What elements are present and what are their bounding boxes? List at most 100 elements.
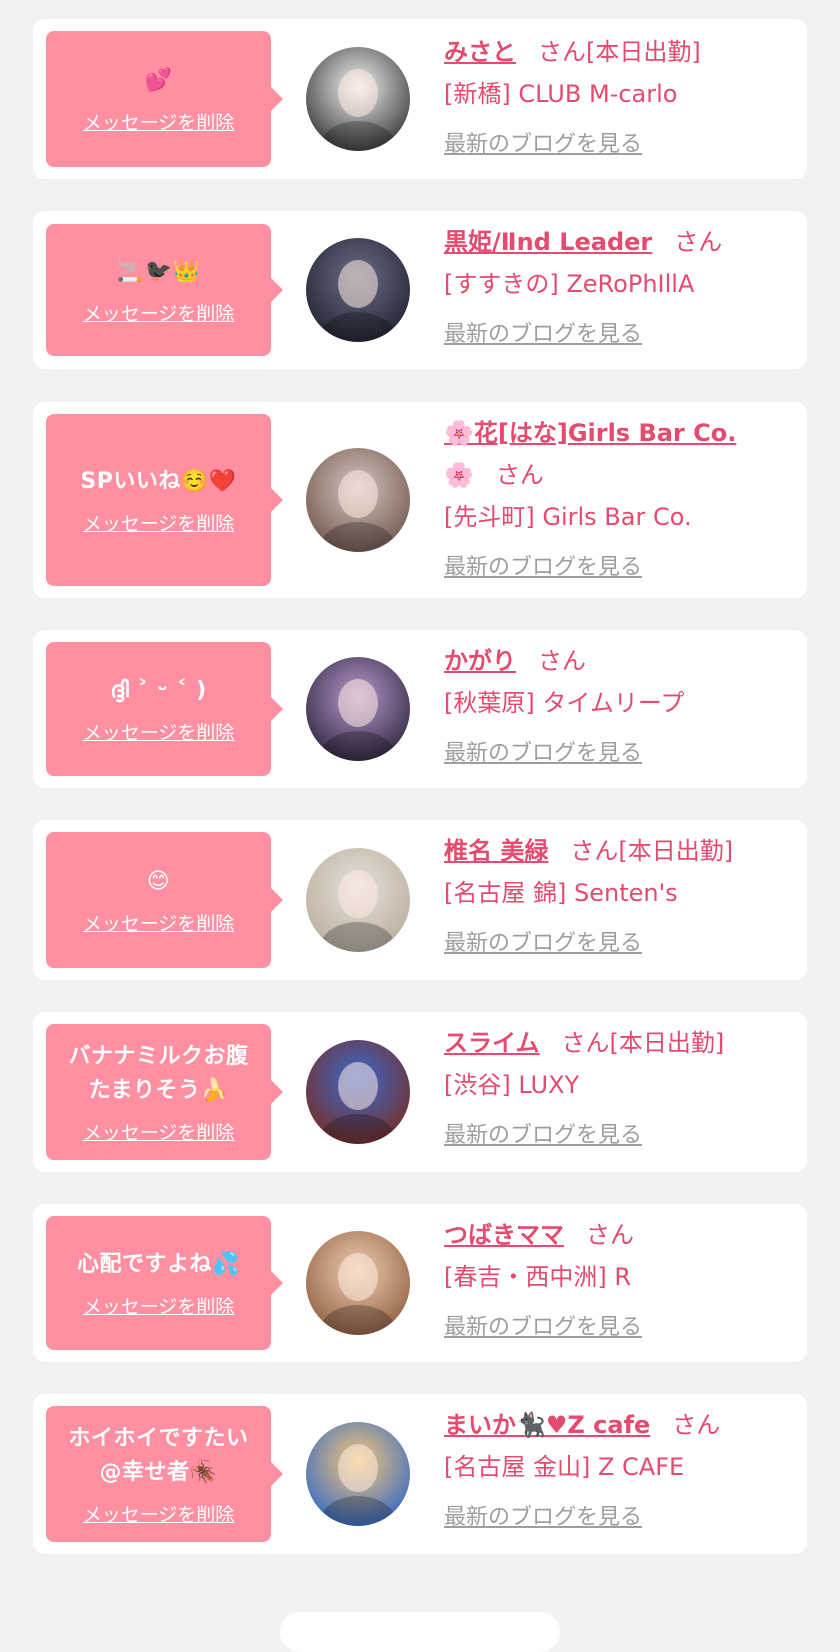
status-badge: [本日出勤] xyxy=(609,1029,725,1057)
shop-name: [名古屋 錦] Senten's xyxy=(444,879,678,907)
host-info: 黒姫/Ⅱnd Leader さん [すすきの] ZeRoPhIllA 最新のブログ… xyxy=(444,221,797,355)
message-text: 😊 xyxy=(146,868,171,894)
message-text: 💕 xyxy=(144,67,173,93)
honorific: さん xyxy=(538,38,586,66)
message-bubble: 🚬🐦‍⬛👑 メッセージを削除 xyxy=(46,224,283,356)
host-name-link-cont[interactable]: 🌸 xyxy=(444,461,474,489)
avatar[interactable] xyxy=(306,657,410,761)
latest-blog-link[interactable]: 最新のブログを見る xyxy=(444,734,642,774)
avatar-photo xyxy=(306,47,410,151)
avatar[interactable] xyxy=(306,1422,410,1526)
shop-name: [先斗町] Girls Bar Co. xyxy=(444,503,692,531)
avatar[interactable] xyxy=(306,848,410,952)
list-item: ホイホイですたい @幸せ者🪳 メッセージを削除 まいか🐈‍⬛♥Z cafe さん xyxy=(33,1394,807,1554)
avatar[interactable] xyxy=(306,238,410,342)
avatar[interactable] xyxy=(306,47,410,151)
name-line: 🌸花[はな]Girls Bar Co. 🌸 さん xyxy=(444,412,797,496)
delete-message-link[interactable]: メッセージを削除 xyxy=(83,1500,235,1527)
message-bubble: ホイホイですたい @幸せ者🪳 メッセージを削除 xyxy=(46,1406,283,1542)
avatar-photo xyxy=(306,1422,410,1526)
message-bubble: 💕 メッセージを削除 xyxy=(46,31,283,167)
host-info: かがり さん [秋葉原] タイムリープ 最新のブログを見る xyxy=(444,640,797,774)
message-text: ホイホイですたい @幸せ者🪳 xyxy=(68,1425,249,1485)
honorific: さん xyxy=(586,1221,634,1249)
message-bubble: SPいいね☺️❤️ メッセージを削除 xyxy=(46,414,283,586)
list-item: 😊 メッセージを削除 椎名 美緑 さん[本日出勤] [名古屋 錦] Senten… xyxy=(33,820,807,980)
name-line: かがり さん xyxy=(444,640,797,682)
list-item: SPいいね☺️❤️ メッセージを削除 🌸花[はな]Girls Bar Co. 🌸 さ… xyxy=(33,402,807,598)
host-info: みさと さん[本日出勤] [新橋] CLUB M-carlo 最新のブログを見る xyxy=(444,31,797,165)
latest-blog-link[interactable]: 最新のブログを見る xyxy=(444,548,642,588)
shop-name: [名古屋 金山] Z CAFE xyxy=(444,1453,685,1481)
avatar[interactable] xyxy=(306,448,410,552)
message-text: ദ്ദി ˃ ᵕ ˂ ) xyxy=(110,677,207,703)
list-item: バナナミルクお腹 たまりそう🍌 メッセージを削除 スライム さん[本日出勤] [… xyxy=(33,1012,807,1172)
message-text: SPいいね☺️❤️ xyxy=(80,468,237,494)
host-info: つばきママ さん [春吉・西中洲] R 最新のブログを見る xyxy=(444,1214,797,1348)
delete-message-link[interactable]: メッセージを削除 xyxy=(83,718,235,745)
latest-blog-link[interactable]: 最新のブログを見る xyxy=(444,315,642,355)
name-line: つばきママ さん xyxy=(444,1214,797,1256)
host-name-link[interactable]: つばきママ xyxy=(444,1221,564,1249)
shop-name: [新橋] CLUB M-carlo xyxy=(444,80,678,108)
avatar[interactable] xyxy=(306,1231,410,1335)
list-item: 心配ですよね💦 メッセージを削除 つばきママ さん [春吉・西中洲] R 最新の… xyxy=(33,1204,807,1362)
status-badge: [本日出勤] xyxy=(618,837,734,865)
message-bubble: 心配ですよね💦 メッセージを削除 xyxy=(46,1216,283,1350)
honorific: さん xyxy=(561,1029,610,1057)
host-info: 椎名 美緑 さん[本日出勤] [名古屋 錦] Senten's 最新のブログを見る xyxy=(444,830,797,964)
name-line: 黒姫/Ⅱnd Leader さん xyxy=(444,221,797,263)
host-info: 🌸花[はな]Girls Bar Co. 🌸 さん [先斗町] Girls Bar C… xyxy=(444,412,797,588)
delete-message-link[interactable]: メッセージを削除 xyxy=(83,1292,235,1319)
host-name-link[interactable]: 🌸花[はな]Girls Bar Co. xyxy=(444,419,736,447)
delete-message-link[interactable]: メッセージを削除 xyxy=(83,299,235,326)
shop-name: [すすきの] ZeRoPhIllA xyxy=(444,270,695,298)
message-text: バナナミルクお腹 たまりそう🍌 xyxy=(68,1043,249,1103)
latest-blog-link[interactable]: 最新のブログを見る xyxy=(444,924,642,964)
list-item: 💕 メッセージを削除 みさと さん[本日出勤] [新橋] CLUB M-carl… xyxy=(33,19,807,179)
latest-blog-link[interactable]: 最新のブログを見る xyxy=(444,125,642,165)
avatar-photo xyxy=(306,238,410,342)
delete-message-link[interactable]: メッセージを削除 xyxy=(83,1118,235,1145)
honorific: さん xyxy=(672,1411,721,1439)
message-text: 心配ですよね💦 xyxy=(77,1251,240,1277)
honorific: さん xyxy=(674,228,723,256)
name-line: まいか🐈‍⬛♥Z cafe さん xyxy=(444,1404,797,1446)
message-text: 🚬🐦‍⬛👑 xyxy=(116,258,201,284)
avatar-photo xyxy=(306,1040,410,1144)
delete-message-link[interactable]: メッセージを削除 xyxy=(83,909,235,936)
honorific: さん xyxy=(538,647,586,675)
host-name-link[interactable]: 黒姫/Ⅱnd Leader xyxy=(444,228,652,256)
host-name-link[interactable]: まいか🐈‍⬛♥Z cafe xyxy=(444,1411,650,1439)
avatar-photo xyxy=(306,848,410,952)
load-more-button[interactable] xyxy=(280,1612,560,1652)
latest-blog-link[interactable]: 最新のブログを見る xyxy=(444,1116,642,1156)
host-info: まいか🐈‍⬛♥Z cafe さん [名古屋 金山] Z CAFE 最新のブログを見… xyxy=(444,1404,797,1538)
message-bubble: バナナミルクお腹 たまりそう🍌 メッセージを削除 xyxy=(46,1024,283,1160)
host-name-link[interactable]: スライム xyxy=(444,1029,540,1057)
list-item: ദ്ദി ˃ ᵕ ˂ ) メッセージを削除 かがりさん [秋葉原] タイムリー xyxy=(33,630,807,788)
delete-message-link[interactable]: メッセージを削除 xyxy=(83,108,235,135)
latest-blog-link[interactable]: 最新のブログを見る xyxy=(444,1308,642,1348)
name-line: スライム さん[本日出勤] xyxy=(444,1022,797,1064)
message-bubble: 😊 メッセージを削除 xyxy=(46,832,283,968)
avatar-photo xyxy=(306,1231,410,1335)
list-item: 🚬🐦‍⬛👑 メッセージを削除 黒姫/Ⅱnd Leaderさん [すすきの xyxy=(33,211,807,369)
shop-name: [渋谷] LUXY xyxy=(444,1071,580,1099)
message-list: 💕 メッセージを削除 みさと さん[本日出勤] [新橋] CLUB M-carl… xyxy=(0,0,840,1621)
avatar[interactable] xyxy=(306,1040,410,1144)
delete-message-link[interactable]: メッセージを削除 xyxy=(83,509,235,536)
avatar-photo xyxy=(306,657,410,761)
host-name-link[interactable]: 椎名 美緑 xyxy=(444,837,548,865)
host-name-link[interactable]: みさと xyxy=(444,38,516,66)
name-line: みさと さん[本日出勤] xyxy=(444,31,797,73)
honorific: さん xyxy=(495,461,544,489)
shop-name: [春吉・西中洲] R xyxy=(444,1263,632,1291)
message-bubble: ദ്ദി ˃ ᵕ ˂ ) メッセージを削除 xyxy=(46,642,283,776)
name-line: 椎名 美緑 さん[本日出勤] xyxy=(444,830,797,872)
host-info: スライム さん[本日出勤] [渋谷] LUXY 最新のブログを見る xyxy=(444,1022,797,1156)
shop-name: [秋葉原] タイムリープ xyxy=(444,689,685,717)
status-badge: [本日出勤] xyxy=(586,38,701,66)
host-name-link[interactable]: かがり xyxy=(444,647,516,675)
latest-blog-link[interactable]: 最新のブログを見る xyxy=(444,1498,642,1538)
